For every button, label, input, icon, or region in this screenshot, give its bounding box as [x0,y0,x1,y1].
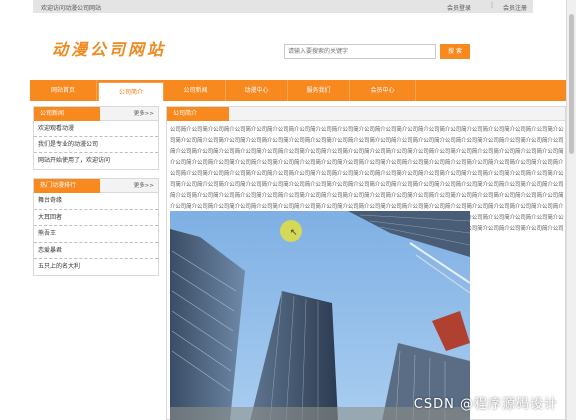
top-bar: 欢迎访问动漫公司网站 会员登录 | 会员注册 [33,0,533,13]
ranking-item[interactable]: 大耳回者 [34,210,158,226]
nav-item-about[interactable]: 公司简介 [98,82,164,101]
topbar-separator: | [491,2,494,9]
ranking-panel-header: 热门动漫排行 更多>> [34,179,158,193]
page: 欢迎访问动漫公司网站 会员登录 | 会员注册 动漫公司网站 搜 索 网站首页 公… [0,0,576,420]
building-photo [170,211,470,420]
main-nav: 网站首页 公司简介 公司新闻 动漫中心 服务我们 会员中心 [30,80,568,101]
news-panel: 公司新闻 更多>> 欢迎观看动漫 我们是专业的动漫公司 网站开始使用了，欢迎访问 [33,106,159,170]
ranking-item[interactable]: 舞台奇缘 [34,193,158,210]
left-margin [0,0,30,420]
ranking-panel: 热门动漫排行 更多>> 舞台奇缘 大耳回者 熊吾王 恋爱暴君 五只上的名大利 [33,178,159,276]
site-logo[interactable]: 动漫公司网站 [52,36,166,60]
news-panel-header: 公司新闻 更多>> [34,107,158,121]
news-more-link[interactable]: 更多>> [134,107,154,121]
nav-item-anime[interactable]: 动漫中心 [226,80,288,101]
search-button[interactable]: 搜 索 [440,44,470,59]
nav-item-service[interactable]: 服务我们 [288,80,350,101]
mouse-pointer-icon: ↖ [290,228,298,238]
ranking-item[interactable]: 恋爱暴君 [34,243,158,259]
content-panel: 公司简介 公司简介公司简介公司简介公司简介公司简介公司简介公司简介公司简介公司简… [166,106,566,420]
scrollbar-thumb[interactable] [569,14,574,154]
news-item[interactable]: 欢迎观看动漫 [34,121,158,137]
nav-item-home[interactable]: 网站首页 [30,80,97,101]
news-item[interactable]: 网站开始使用了，欢迎访问 [34,153,158,169]
ranking-item[interactable]: 熊吾王 [34,226,158,243]
ranking-panel-title: 热门动漫排行 [34,179,100,193]
content-title: 公司简介 [167,107,229,121]
nav-item-member[interactable]: 会员中心 [350,80,416,101]
page-scrollbar[interactable] [566,0,576,420]
news-panel-title: 公司新闻 [34,107,100,121]
member-register-link[interactable]: 会员注册 [503,3,527,12]
member-login-link[interactable]: 会员登录 [447,3,471,12]
nav-item-news[interactable]: 公司新闻 [166,80,226,101]
ranking-item[interactable]: 五只上的名大利 [34,259,158,276]
welcome-text: 欢迎访问动漫公司网站 [41,5,102,12]
csdn-watermark: CSDN @程序源码设计 [413,397,558,412]
news-item[interactable]: 我们是专业的动漫公司 [34,137,158,153]
ranking-more-link[interactable]: 更多>> [134,179,154,193]
content-header: 公司简介 [167,107,565,121]
skyscraper-image [170,211,470,420]
search-input[interactable] [284,44,436,59]
